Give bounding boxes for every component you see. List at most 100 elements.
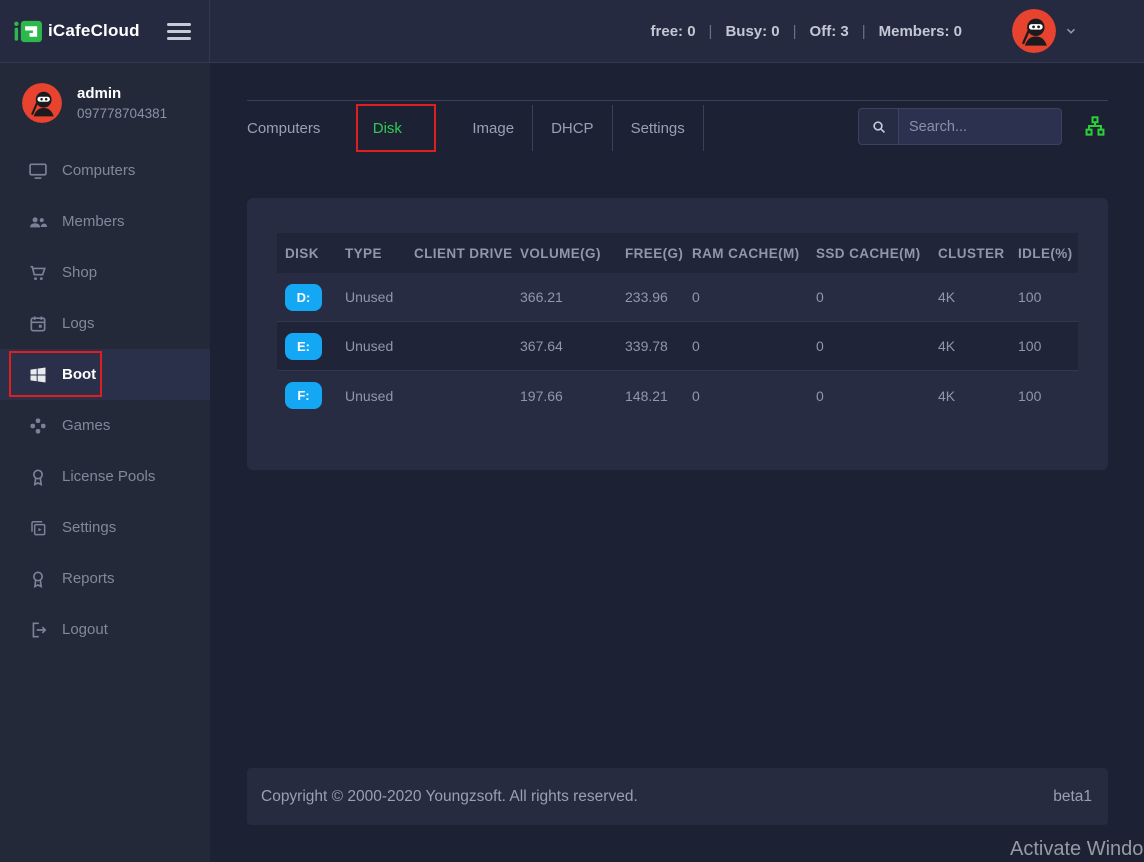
sidebar-item-label: Games [62,417,110,434]
sidebar-item-boot[interactable]: Boot [0,349,210,400]
hamburger-menu-icon[interactable] [167,19,191,44]
gamepad-icon [28,416,48,436]
stat-off: Off: 3 [810,23,849,40]
user-avatar[interactable] [1012,9,1056,53]
cell-type: Unused [345,338,414,354]
table-row[interactable]: F: Unused 197.66 148.21 0 0 4K 100 [277,371,1078,420]
activate-windows-watermark: Activate Windo [1010,838,1143,861]
annotation-disk-tab: Disk [356,104,436,152]
cell-idle: 100 [1018,338,1078,354]
sidebar-item-settings[interactable]: Settings [0,502,210,553]
col-header-idle: IDLE(%) [1018,246,1078,261]
sidebar-item-members[interactable]: Members [0,196,210,247]
stat-separator: | [793,23,797,40]
tab-disk[interactable]: Disk [373,120,420,137]
table-header: DISK TYPE CLIENT DRIVE VOLUME(G) FREE(G)… [277,233,1078,273]
topbar: iCafeCloud free: 0 | Busy: 0 | Off: 3 | … [0,0,1144,63]
cell-ram-cache: 0 [692,289,816,305]
icafecloud-logo-icon [14,19,43,44]
copyright-text: Copyright © 2000-2020 Youngzsoft. All ri… [261,788,638,806]
app-logo[interactable]: iCafeCloud [14,19,140,44]
stat-separator: | [709,23,713,40]
windows-icon [28,365,48,385]
table-row[interactable]: D: Unused 366.21 233.96 0 0 4K 100 [277,273,1078,322]
sidebar-item-computers[interactable]: Computers [0,145,210,196]
cell-type: Unused [345,289,414,305]
tab-dhcp[interactable]: DHCP [533,120,612,137]
sidebar-item-label: Shop [62,264,97,281]
session-stats: free: 0 | Busy: 0 | Off: 3 | Members: 0 [651,23,962,40]
drive-letter-badge[interactable]: F: [285,382,322,409]
app-title: iCafeCloud [48,21,140,41]
sidebar-item-reports[interactable]: Reports [0,553,210,604]
cell-ram-cache: 0 [692,338,816,354]
sidebar-item-shop[interactable]: Shop [0,247,210,298]
col-header-ram-cache: RAM CACHE(M) [692,246,816,261]
cell-volume: 197.66 [520,388,625,404]
cell-idle: 100 [1018,388,1078,404]
tab-bar: Computers Disk Image DHCP Settings [247,103,704,153]
cart-icon [28,263,48,283]
cell-free: 148.21 [625,388,692,404]
disk-table-card: DISK TYPE CLIENT DRIVE VOLUME(G) FREE(G)… [247,198,1108,470]
sidebar-item-license-pools[interactable]: License Pools [0,451,210,502]
stat-members: Members: 0 [879,23,962,40]
sidebar-item-logout[interactable]: Logout [0,604,210,655]
reports-badge-icon [28,569,48,589]
logout-icon [28,620,48,640]
profile-phone: 097778704381 [77,106,167,121]
drive-letter-badge[interactable]: E: [285,333,322,360]
tab-settings[interactable]: Settings [613,120,703,137]
col-header-client-drive: CLIENT DRIVE [414,246,520,261]
version-label: beta1 [1053,788,1092,806]
cell-volume: 366.21 [520,289,625,305]
topbar-status-area: free: 0 | Busy: 0 | Off: 3 | Members: 0 [210,0,1144,62]
profile-info: admin 097778704381 [77,85,167,121]
sidebar-item-label: License Pools [62,468,155,485]
monitor-icon [28,161,48,181]
calendar-icon [28,314,48,334]
profile-avatar[interactable] [22,83,62,123]
network-sitemap-icon[interactable] [1084,115,1106,137]
drive-letter-badge[interactable]: D: [285,284,322,311]
stat-busy: Busy: 0 [725,23,779,40]
col-header-cluster: CLUSTER [938,246,1018,261]
cell-free: 233.96 [625,289,692,305]
sidebar-item-label: Computers [62,162,135,179]
table-row[interactable]: E: Unused 367.64 339.78 0 0 4K 100 [277,322,1078,371]
cell-ssd-cache: 0 [816,388,938,404]
search-input[interactable] [899,109,1062,144]
stat-separator: | [862,23,866,40]
footer: Copyright © 2000-2020 Youngzsoft. All ri… [247,768,1108,825]
members-icon [28,212,48,232]
sidebar-item-label: Logout [62,621,108,638]
cell-cluster: 4K [938,388,1018,404]
col-header-type: TYPE [345,246,414,261]
cell-cluster: 4K [938,338,1018,354]
profile-name: admin [77,85,167,102]
cell-free: 339.78 [625,338,692,354]
cell-ssd-cache: 0 [816,289,938,305]
stat-free: free: 0 [651,23,696,40]
tab-image[interactable]: Image [454,120,532,137]
sidebar-item-label: Boot [62,366,96,383]
sidebar-item-logs[interactable]: Logs [0,298,210,349]
cell-cluster: 4K [938,289,1018,305]
search-icon[interactable] [859,109,899,144]
topbar-brand-area: iCafeCloud [0,0,210,62]
sidebar-item-games[interactable]: Games [0,400,210,451]
col-header-ssd-cache: SSD CACHE(M) [816,246,938,261]
sidebar-item-label: Members [62,213,125,230]
main-content: Computers Disk Image DHCP Settings DISK … [210,63,1144,862]
sidebar-menu: Computers Members Shop Logs Boot [0,145,210,655]
col-header-volume: VOLUME(G) [520,246,625,261]
tab-computers[interactable]: Computers [247,120,338,137]
chevron-down-icon[interactable] [1064,24,1078,38]
cell-type: Unused [345,388,414,404]
cell-ssd-cache: 0 [816,338,938,354]
tabbar-divider [247,100,1108,101]
sidebar-item-label: Settings [62,519,116,536]
sidebar-item-label: Reports [62,570,115,587]
layers-icon [28,518,48,538]
cell-idle: 100 [1018,289,1078,305]
